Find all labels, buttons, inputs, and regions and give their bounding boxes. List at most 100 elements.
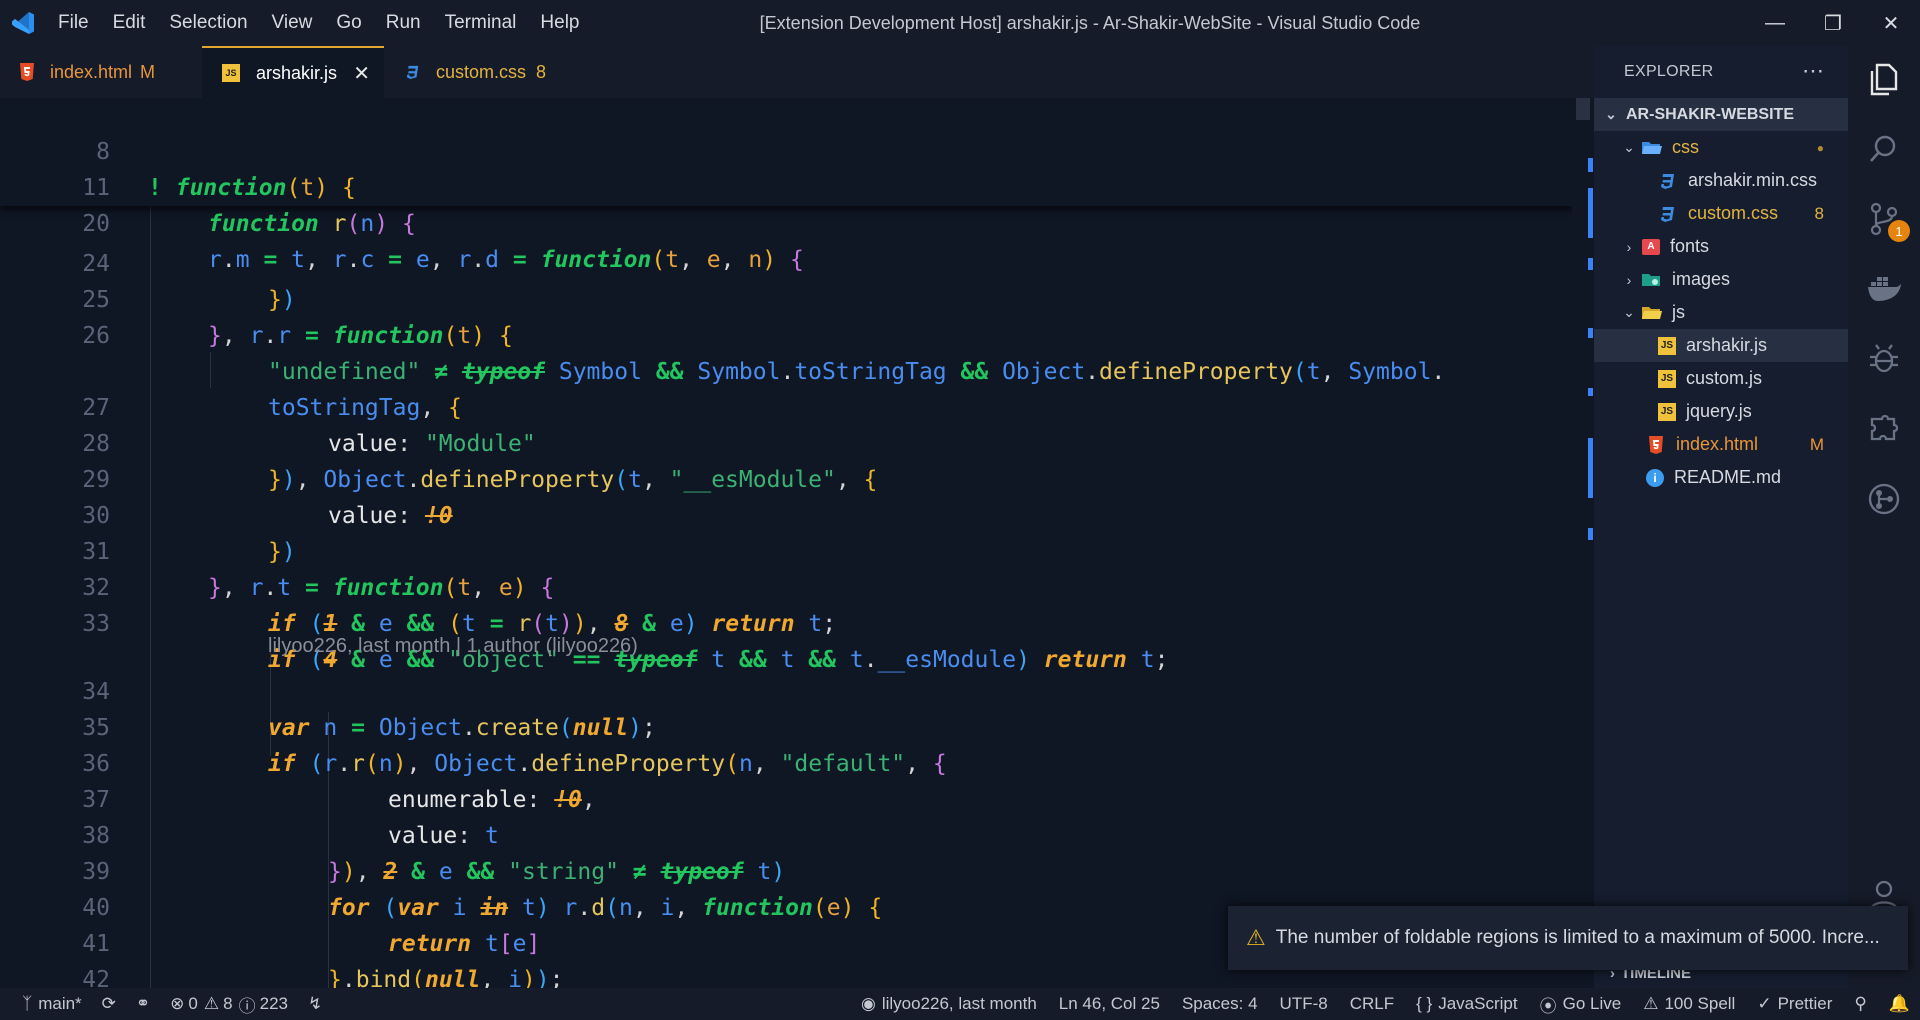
tree-item-js-folder[interactable]: ⌄ js	[1594, 296, 1848, 329]
code-text: }), Object.defineProperty(t, "__esModule…	[268, 467, 878, 493]
problems-indicator[interactable]: ⊗ 0 ⚠ 8 ⓘ 223	[170, 992, 288, 1017]
end-of-line[interactable]: CRLF	[1350, 994, 1394, 1014]
editor-tab-bar: index.html M JS arshakir.js ✕ custom.css…	[0, 46, 1594, 130]
code-line: 30 })	[0, 462, 295, 565]
tab-custom-css[interactable]: custom.css 8	[384, 46, 584, 98]
tree-item-readme[interactable]: i README.md	[1594, 461, 1848, 494]
source-control-icon[interactable]: 1	[1848, 188, 1920, 250]
tree-item-css-folder[interactable]: ⌄ css ●	[1594, 131, 1848, 164]
menu-help[interactable]: Help	[528, 0, 591, 46]
tab-arshakir-js[interactable]: JS arshakir.js ✕	[202, 46, 384, 98]
scroll-marker	[1588, 328, 1593, 338]
tree-item-arshakir-min-css[interactable]: arshakir.min.css	[1594, 164, 1848, 197]
code-line: 34 var n = Object.create(null);	[0, 638, 656, 741]
code-text: ! function(t) {	[148, 175, 356, 201]
code-text: }), 2 & e && "string" ≠ typeof t)	[328, 859, 786, 885]
code-line: 36 enumerable: !0,	[0, 710, 595, 813]
tree-item-jquery-js[interactable]: JS jquery.js	[1594, 395, 1848, 428]
go-live-button[interactable]: ⦿ Go Live	[1540, 992, 1622, 1017]
close-tab-icon[interactable]: ✕	[353, 61, 370, 86]
menu-selection[interactable]: Selection	[157, 0, 259, 46]
tree-item-arshakir-js[interactable]: JS arshakir.js	[1594, 329, 1848, 362]
window-title: [Extension Development Host] arshakir.js…	[759, 13, 1421, 33]
restore-icon[interactable]: ❐	[1804, 0, 1862, 46]
explorer-icon[interactable]	[1848, 48, 1920, 110]
code-text: return t[e]	[388, 931, 541, 957]
git-branch-icon: ᛉ	[22, 994, 33, 1013]
code-lens[interactable]: lilyoo226, last month | 1 author (lilyoo…	[0, 604, 638, 657]
close-window-icon[interactable]: ✕	[1862, 0, 1920, 46]
scrollbar-thumb[interactable]	[1576, 98, 1590, 120]
code-text: }, r.t = function(t, e) {	[208, 575, 555, 601]
cursor-position[interactable]: Ln 46, Col 25	[1059, 994, 1160, 1014]
spell-check-status[interactable]: ⚠ 100 Spell	[1643, 994, 1735, 1014]
menu-view[interactable]: View	[260, 0, 325, 46]
scroll-marker	[1588, 528, 1593, 540]
code-text: })	[268, 539, 296, 565]
menu-file[interactable]: File	[46, 0, 101, 46]
folder-images-icon	[1642, 270, 1662, 290]
editor-scrollbar[interactable]	[1574, 98, 1594, 988]
tree-item-fonts-folder[interactable]: › A fonts	[1594, 230, 1848, 263]
code-line: 32 if (1 & e && (t = r(t)), 8 & e) retur…	[0, 534, 836, 637]
language-mode[interactable]: { } JavaScript	[1416, 994, 1517, 1014]
accounts-sync-icon[interactable]: ⚲	[1854, 994, 1866, 1014]
notifications-bell-icon[interactable]: 🔔	[1889, 994, 1910, 1014]
git-blame-status[interactable]: ◉ lilyoo226, last month	[861, 994, 1037, 1014]
workspace-root-label: AR-SHAKIR-WEBSITE	[1626, 105, 1794, 123]
code-editor[interactable]: 8 ! function(t) { 11 function r(n) { 20 …	[0, 98, 1572, 988]
extensions-icon[interactable]	[1848, 398, 1920, 460]
lightning-icon[interactable]: ↯	[308, 994, 322, 1014]
workspace-root[interactable]: ⌄ AR-SHAKIR-WEBSITE	[1594, 98, 1848, 131]
git-graph-icon[interactable]: ⚭	[136, 994, 150, 1014]
minimize-icon[interactable]: —	[1746, 0, 1804, 46]
warning-icon: ⚠	[1643, 994, 1659, 1013]
tree-item-label: jquery.js	[1686, 401, 1752, 421]
gitlens-icon[interactable]	[1848, 468, 1920, 530]
indentation[interactable]: Spaces: 4	[1182, 994, 1258, 1014]
warning-icon: ⚠	[1246, 925, 1266, 950]
menu-terminal[interactable]: Terminal	[433, 0, 529, 46]
notification-toast[interactable]: ⚠ The number of foldable regions is limi…	[1228, 906, 1908, 970]
sync-icon[interactable]: ⟳	[102, 994, 116, 1014]
code-line: 11 function r(n) {	[0, 134, 416, 237]
html5-icon	[20, 63, 34, 81]
tree-item-label: custom.js	[1686, 368, 1763, 388]
chevron-down-icon: ⌄	[1605, 106, 1617, 122]
docker-icon[interactable]	[1848, 258, 1920, 320]
sticky-scroll: 8 ! function(t) { 11 function r(n) { 20 …	[0, 98, 1572, 273]
branch-indicator[interactable]: ᛉ main*	[22, 994, 82, 1014]
encoding[interactable]: UTF-8	[1280, 994, 1328, 1014]
code-line: 35 if (r.r(n), Object.defineProperty(n, …	[0, 674, 946, 777]
search-icon[interactable]	[1848, 118, 1920, 180]
info-icon: ⓘ	[238, 996, 256, 1016]
run-debug-icon[interactable]	[1848, 328, 1920, 390]
tab-index-html[interactable]: index.html M	[0, 46, 202, 98]
prettier-status[interactable]: ✓ Prettier	[1757, 994, 1832, 1014]
css3-icon	[1658, 171, 1678, 191]
code-line: 20 r.m = t, r.c = e, r.d = function(t, e…	[0, 170, 804, 273]
folder-open-css-icon	[1642, 138, 1662, 158]
js-file-icon: JS	[1658, 336, 1676, 355]
chevron-down-icon: ⌄	[1623, 304, 1635, 320]
menu-go[interactable]: Go	[324, 0, 373, 46]
code-text: enumerable: !0,	[388, 787, 596, 813]
code-text: toStringTag, {	[268, 395, 462, 421]
tree-item-custom-css[interactable]: custom.css 8	[1594, 197, 1848, 230]
git-blame-lens[interactable]: lilyoo226, last month | 1 author (lilyoo…	[268, 632, 638, 660]
scroll-marker	[1588, 158, 1593, 172]
menu-run[interactable]: Run	[374, 0, 433, 46]
tree-item-custom-js[interactable]: JS custom.js	[1594, 362, 1848, 395]
status-bar: ᛉ main* ⟳ ⚭ ⊗ 0 ⚠ 8 ⓘ 223 ↯ ◉ lilyoo226,…	[0, 988, 1920, 1020]
tree-item-index-html[interactable]: index.html M	[1594, 428, 1848, 461]
modified-dot-icon: ●	[1816, 140, 1824, 155]
tree-item-images-folder[interactable]: › images	[1594, 263, 1848, 296]
prettier-label: Prettier	[1777, 994, 1833, 1013]
tree-item-label: js	[1672, 302, 1685, 322]
menu-edit[interactable]: Edit	[101, 0, 158, 46]
window-controls: — ❐ ✕	[1746, 0, 1920, 46]
folder-fonts-icon: A	[1642, 238, 1660, 255]
code-line: 42 return n	[0, 926, 110, 988]
code-line: 43 }, r.n = function(t) {	[0, 962, 55, 988]
more-icon[interactable]: ⋯	[1802, 58, 1824, 84]
